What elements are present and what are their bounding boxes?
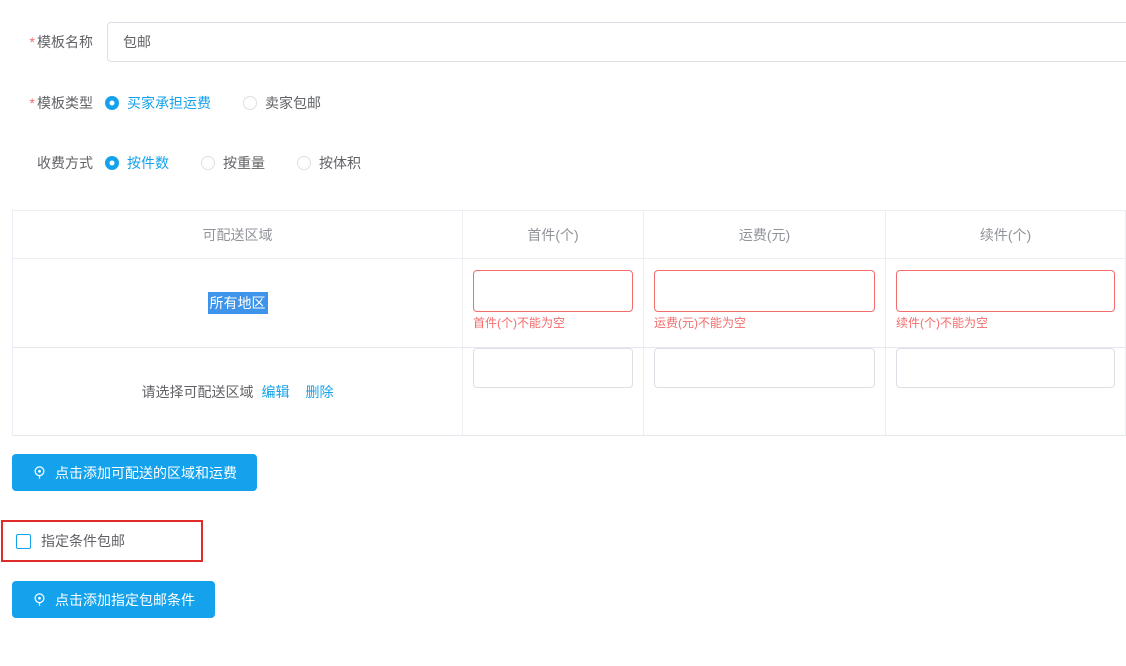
cell-area-select: 请选择可配送区域编辑删除 bbox=[13, 348, 463, 435]
radio-checked-icon bbox=[105, 156, 119, 170]
condition-checkbox-label: 指定条件包邮 bbox=[41, 531, 125, 551]
radio-label: 按体积 bbox=[319, 153, 361, 173]
add-condition-button-label: 点击添加指定包邮条件 bbox=[55, 590, 195, 610]
radio-label: 按件数 bbox=[127, 153, 169, 173]
template-name-input[interactable] bbox=[107, 22, 1126, 62]
required-asterisk: * bbox=[30, 34, 35, 50]
add-area-button[interactable]: 点击添加可配送的区域和运费 bbox=[12, 454, 257, 491]
shipping-fee-table: 可配送区域 首件(个) 运费(元) 续件(个) 所有地区 首件(个)不能为空 运… bbox=[12, 210, 1126, 436]
cell-shipping-fee-2 bbox=[644, 348, 886, 435]
radio-unchecked-icon bbox=[297, 156, 311, 170]
select-area-text: 请选择可配送区域 bbox=[142, 384, 254, 400]
delete-link[interactable]: 删除 bbox=[306, 384, 334, 400]
cell-first-item-2 bbox=[463, 348, 644, 435]
header-first-item: 首件(个) bbox=[463, 211, 644, 258]
cell-additional-item: 续件(个)不能为空 bbox=[886, 259, 1125, 347]
charge-method-label-text: 收费方式 bbox=[37, 155, 93, 171]
cell-additional-item-2 bbox=[886, 348, 1125, 435]
table-row-select-area: 请选择可配送区域编辑删除 bbox=[13, 348, 1125, 435]
template-name-label: *模板名称 bbox=[10, 32, 93, 52]
template-name-label-text: 模板名称 bbox=[37, 34, 93, 50]
radio-by-quantity[interactable]: 按件数 bbox=[105, 153, 169, 173]
radio-unchecked-icon bbox=[201, 156, 215, 170]
radio-seller-free-shipping[interactable]: 卖家包邮 bbox=[243, 93, 321, 113]
radio-label: 买家承担运费 bbox=[127, 93, 211, 113]
template-type-row: *模板类型 买家承担运费 卖家包邮 bbox=[10, 94, 353, 112]
location-pin-icon bbox=[32, 592, 47, 607]
charge-method-label: 收费方式 bbox=[10, 153, 93, 173]
charge-method-radio-group: 按件数 按重量 按体积 bbox=[105, 153, 393, 173]
template-type-label-text: 模板类型 bbox=[37, 95, 93, 111]
radio-by-weight[interactable]: 按重量 bbox=[201, 153, 265, 173]
shipping-fee-input[interactable] bbox=[654, 270, 875, 312]
template-name-row: *模板名称 bbox=[10, 22, 1126, 62]
cell-shipping-fee: 运费(元)不能为空 bbox=[644, 259, 886, 347]
header-additional-item: 续件(个) bbox=[886, 211, 1125, 258]
condition-checkbox[interactable] bbox=[16, 534, 31, 549]
first-item-input-2[interactable] bbox=[473, 348, 633, 388]
radio-unchecked-icon bbox=[243, 96, 257, 110]
radio-label: 卖家包邮 bbox=[265, 93, 321, 113]
radio-buyer-pays-shipping[interactable]: 买家承担运费 bbox=[105, 93, 211, 113]
first-item-error: 首件(个)不能为空 bbox=[473, 316, 565, 330]
edit-link[interactable]: 编辑 bbox=[262, 384, 290, 400]
radio-checked-icon bbox=[105, 96, 119, 110]
all-areas-link[interactable]: 所有地区 bbox=[208, 292, 268, 314]
template-type-radio-group: 买家承担运费 卖家包邮 bbox=[105, 93, 353, 113]
cell-first-item: 首件(个)不能为空 bbox=[463, 259, 644, 347]
additional-item-input-2[interactable] bbox=[896, 348, 1115, 388]
shipping-fee-error: 运费(元)不能为空 bbox=[654, 316, 746, 330]
additional-item-input[interactable] bbox=[896, 270, 1115, 312]
header-delivery-area: 可配送区域 bbox=[13, 211, 463, 258]
cell-area-all: 所有地区 bbox=[13, 259, 463, 347]
table-row-all-areas: 所有地区 首件(个)不能为空 运费(元)不能为空 续件(个)不能为空 bbox=[13, 259, 1125, 348]
add-area-button-label: 点击添加可配送的区域和运费 bbox=[55, 463, 237, 483]
radio-by-volume[interactable]: 按体积 bbox=[297, 153, 361, 173]
radio-label: 按重量 bbox=[223, 153, 265, 173]
condition-checkbox-box: 指定条件包邮 bbox=[1, 520, 203, 562]
required-asterisk: * bbox=[30, 95, 35, 111]
shipping-fee-input-2[interactable] bbox=[654, 348, 875, 388]
charge-method-row: 收费方式 按件数 按重量 按体积 bbox=[10, 154, 393, 172]
location-pin-icon bbox=[32, 465, 47, 480]
additional-item-error: 续件(个)不能为空 bbox=[896, 316, 988, 330]
template-type-label: *模板类型 bbox=[10, 93, 93, 113]
header-shipping-fee: 运费(元) bbox=[644, 211, 886, 258]
add-condition-button[interactable]: 点击添加指定包邮条件 bbox=[12, 581, 215, 618]
table-header-row: 可配送区域 首件(个) 运费(元) 续件(个) bbox=[13, 211, 1125, 259]
first-item-input[interactable] bbox=[473, 270, 633, 312]
